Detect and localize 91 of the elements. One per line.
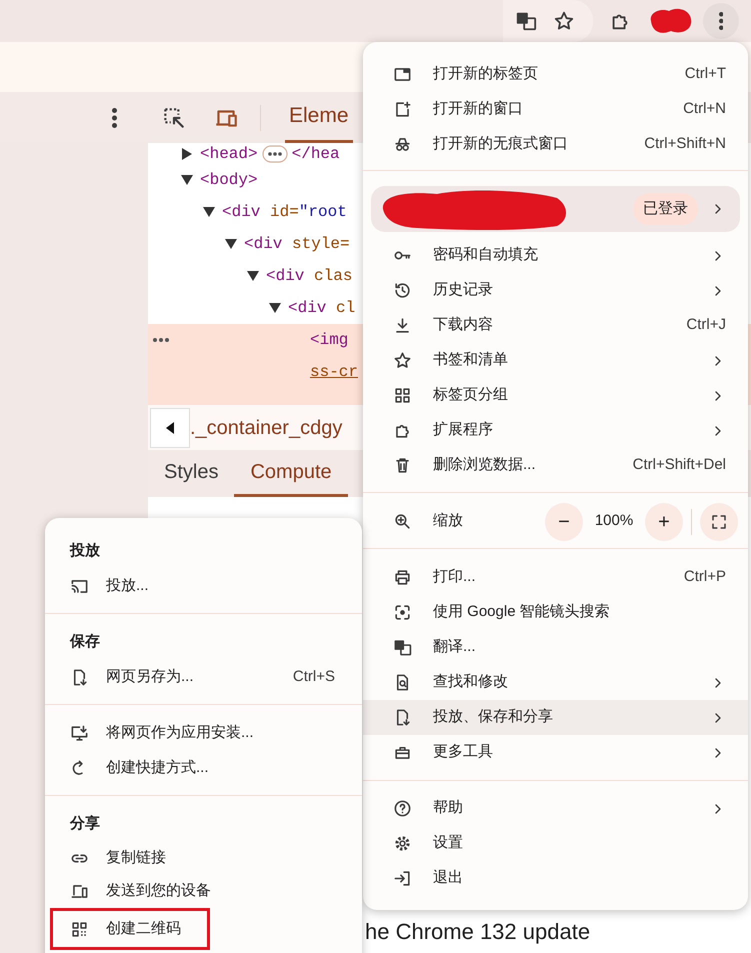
panel-tab[interactable]: Eleme [285, 92, 353, 143]
dom-node[interactable]: <div cl [288, 298, 356, 318]
expanded-triangle-icon[interactable] [225, 238, 237, 250]
shortcut-text: Ctrl+S [292, 667, 335, 688]
menu-item[interactable]: 创建快捷方式... [45, 751, 362, 786]
qr-code-icon [70, 920, 89, 938]
menu-icon [718, 12, 724, 30]
profile-row[interactable]: 已登录 [371, 186, 740, 232]
section-heading: 保存 [70, 632, 100, 652]
sidebar-tab[interactable]: Styles [148, 450, 234, 497]
exit-icon [393, 869, 412, 888]
menu-icon [112, 108, 116, 128]
menu-item[interactable]: 翻译... [363, 630, 748, 665]
collapsed-triangle-icon[interactable] [181, 148, 193, 160]
menu-button[interactable] [703, 3, 739, 39]
monitor-download-icon [70, 724, 89, 743]
menu-item[interactable]: 书签和清单 [363, 343, 748, 378]
ellipsis-button[interactable] [262, 144, 288, 162]
menu-item[interactable]: 设置 [363, 826, 748, 861]
shortcut-text: Ctrl+Shift+Del [632, 455, 726, 476]
menu-item[interactable]: 下载内容 Ctrl+J [363, 308, 748, 343]
dom-node[interactable]: <img [310, 330, 358, 350]
expanded-triangle-icon[interactable] [181, 174, 193, 186]
menu-item[interactable]: 扩展程序 [363, 413, 748, 448]
menu-item[interactable]: 标签页分组 [363, 378, 748, 413]
dom-node[interactable]: <div style= [244, 234, 350, 254]
scroll-left-button[interactable] [150, 408, 190, 448]
menu-item[interactable]: 使用 Google 智能镜头搜索 [363, 595, 748, 630]
expanded-triangle-icon[interactable] [269, 302, 281, 314]
lens-icon [393, 603, 412, 622]
signed-in-badge: 已登录 [633, 192, 698, 226]
grid-icon [393, 386, 412, 405]
zoom-in-button[interactable]: + [645, 502, 683, 540]
page-text: he Chrome 132 update [365, 918, 590, 946]
dom-node[interactable]: <div id="root [222, 202, 347, 222]
menu-item[interactable]: 更多工具 [363, 735, 748, 770]
back-triangle-icon [166, 422, 174, 434]
expanded-triangle-icon[interactable] [247, 270, 259, 282]
cast-icon [70, 577, 89, 596]
shortcut-text: Ctrl+P [684, 567, 726, 588]
zoom-out-button[interactable]: − [545, 502, 583, 540]
settings-icon [393, 834, 412, 853]
section-heading: 投放 [70, 541, 100, 562]
menu-item[interactable]: 打印... Ctrl+P [363, 560, 748, 595]
shortcut-text: Ctrl+N [683, 99, 726, 120]
section-heading: 分享 [70, 814, 100, 834]
menu-item[interactable]: 帮助 [363, 791, 748, 826]
zoom-icon [393, 512, 412, 531]
menu-item[interactable]: 投放... [45, 569, 362, 604]
sidebar-tab[interactable]: Compute [234, 450, 348, 497]
dom-node[interactable]: <head> [200, 144, 258, 164]
shortcut-text: Ctrl+Shift+N [644, 134, 726, 154]
translate-icon [393, 638, 412, 657]
dom-node[interactable]: <div clas [266, 266, 352, 286]
tab-icon [393, 65, 412, 84]
menu-item[interactable]: 退出 [363, 861, 748, 896]
menu-item[interactable]: 复制链接 [45, 842, 362, 875]
menu-item[interactable]: 打开新的窗口 Ctrl+N [363, 92, 748, 127]
star-icon [553, 10, 575, 32]
fullscreen-icon [710, 512, 728, 530]
breadcrumb-item[interactable]: ._container_cdgy [190, 412, 342, 442]
attribute-link[interactable]: ss-cr [310, 362, 358, 382]
shortcut-text: Ctrl+T [684, 64, 726, 84]
closing-tag: </hea [292, 142, 340, 166]
translate-icon [515, 10, 537, 32]
zoom-level: 100% [594, 511, 634, 532]
more-icon [152, 337, 170, 343]
menu-item[interactable]: 查找和修改 [363, 665, 748, 700]
menu-item[interactable]: 删除浏览数据... Ctrl+Shift+Del [363, 448, 748, 483]
menu-item[interactable]: 密码和自动填充 [363, 238, 748, 273]
printer-icon [393, 568, 412, 587]
devices-icon [70, 882, 89, 901]
expanded-triangle-icon[interactable] [203, 206, 215, 218]
menu-item[interactable]: 历史记录 [363, 273, 748, 308]
zoom-label: 缩放 [433, 511, 464, 532]
shortcut-text: Ctrl+J [686, 315, 726, 336]
menu-item[interactable]: 创建二维码 [50, 908, 210, 950]
menu-item[interactable]: 打开新的无痕式窗口 Ctrl+Shift+N [363, 127, 748, 162]
download-icon [393, 316, 412, 335]
star-icon [393, 351, 412, 370]
window-plus-icon [393, 100, 412, 119]
menu-item[interactable]: 将网页作为应用安装... [45, 716, 362, 751]
menu-item[interactable]: 网页另存为... Ctrl+S [45, 660, 362, 695]
fullscreen-button[interactable] [700, 502, 738, 540]
menu-item[interactable]: 投放、保存和分享 [363, 700, 748, 735]
help-icon [393, 799, 412, 818]
dom-node[interactable]: <body> [200, 170, 258, 190]
trash-icon [393, 456, 412, 475]
history-icon [393, 281, 412, 300]
menu-item[interactable]: 发送到您的设备 [45, 875, 362, 908]
incognito-icon [393, 135, 412, 154]
